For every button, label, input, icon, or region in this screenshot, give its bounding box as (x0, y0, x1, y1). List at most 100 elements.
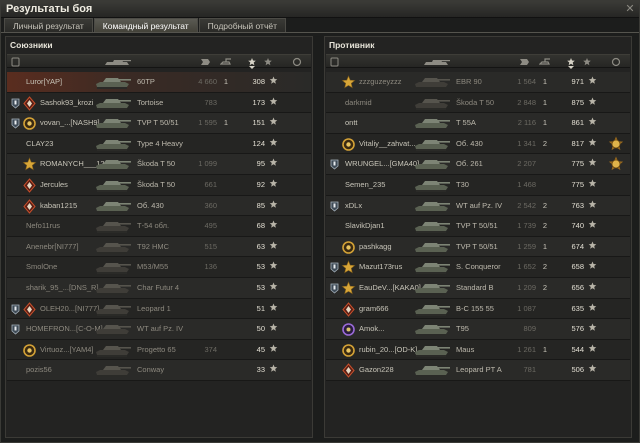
enemies-table-row[interactable]: rubin_20...[OD-K] Maus 1 261 1 544 (326, 339, 630, 361)
allies-title: Союзники (10, 40, 53, 50)
enemies-table-row[interactable]: darkmid Škoda T 50 2 848 1 875 (326, 92, 630, 114)
allies-rating-column-icon[interactable] (261, 56, 275, 68)
enemies-frags-column-icon[interactable] (538, 56, 552, 68)
vehicle-silhouette-icon (415, 283, 450, 295)
allies-table-row[interactable]: Jercules Škoda T 50 661 92 (7, 174, 311, 196)
allies-table-row[interactable]: Nefo11rus Т-54 обл. 495 68 (7, 216, 311, 237)
platoon-icon (11, 57, 19, 67)
xp-value: 971 (571, 77, 584, 86)
damage-value: 1 652 (517, 262, 536, 272)
damage-value: 4 660 (198, 77, 217, 86)
tab-bar: Личный результат Командный результат Под… (4, 18, 287, 32)
enemies-column-header (326, 54, 630, 69)
allies-table-row[interactable]: ROMANYCH___12 Škoda T 50 1 099 95 (7, 154, 311, 175)
achievement-medal-icon[interactable] (608, 156, 624, 172)
enemies-table-row[interactable]: EauDeV...[KAKA0] Standard B1 209 2 656 (326, 277, 630, 299)
enemies-table-row[interactable]: WRUNGEL...[GMA40] Об. 261 2 207 775 (326, 154, 630, 175)
allies-table-row[interactable]: Anenebr[NI777] T92 HMC 515 63 (7, 236, 311, 258)
enemies-table-row[interactable]: Vitaliy__zahvat... Об. 430 1 341 2 817 (326, 133, 630, 155)
enemies-table-row[interactable]: ontt T 55A 2 116 1 861 (326, 113, 630, 134)
allies-table-row[interactable]: CLAY23 Type 4 Heavy 124 (7, 133, 311, 155)
allies-platoon-column-icon[interactable] (9, 56, 21, 68)
allies-table-row[interactable]: kaban1215 Об. 430 360 85 (7, 195, 311, 217)
allies-achievements-column-icon[interactable] (289, 56, 305, 68)
vehicle-silhouette-icon (96, 242, 131, 254)
enemies-table-row[interactable]: Mazut173rus S. Conqueror 1 652 2 658 (326, 257, 630, 278)
damage-value: 2 542 (517, 200, 536, 210)
enemies-table-row[interactable]: xDLx WT auf Pz. IV 2 542 2 763 (326, 195, 630, 217)
vehicle-name: TVP T 50/51 (456, 221, 498, 231)
enemies-table-row[interactable]: zzzguzeyzzz EBR 90 1 564 1 971 (326, 72, 630, 93)
allies-table-row[interactable]: Sashok93_krozi Tortoise 783 173 (7, 92, 311, 114)
enemies-table-row[interactable]: Amok... T95 809 576 (326, 319, 630, 340)
allies-table-row[interactable]: OLEH20...[NI777] Leopard 1 51 (7, 298, 311, 320)
xp-star-icon (588, 261, 597, 270)
xp-value: 308 (252, 77, 265, 86)
frags-value: 1 (223, 118, 229, 128)
close-icon[interactable]: ✕ (624, 3, 636, 15)
xp-star-icon (269, 158, 278, 167)
xp-value: 33 (256, 365, 265, 375)
enemies-table-row[interactable]: Semen_235 T30 1 468 775 (326, 174, 630, 196)
xp-star-icon (269, 200, 278, 208)
allies-damage-column-icon[interactable] (194, 56, 216, 68)
xp-star-icon (588, 220, 597, 228)
xp-value: 124 (252, 138, 265, 148)
vehicle-silhouette-icon (415, 366, 450, 378)
allies-table-row[interactable]: SmolOne M53/M55 136 53 (7, 257, 311, 278)
damage-value: 1 261 (517, 344, 536, 354)
vehicle-name: Leopard 1 (137, 303, 171, 313)
enemies-title: Противник (329, 40, 375, 50)
xp-star-icon (588, 303, 597, 311)
sort-indicator-icon (249, 66, 255, 69)
mastery-purple-ring-icon (342, 323, 355, 336)
platoon-icon (11, 324, 20, 335)
xp-value: 576 (571, 324, 584, 334)
tab-personal-result[interactable]: Личный результат (4, 18, 93, 32)
allies-table-row[interactable]: sharik_95_...[DNS_R] Char Futur 4 53 (7, 277, 311, 299)
xp-value: 95 (256, 159, 265, 169)
xp-star-icon (588, 200, 597, 208)
platoon-icon (11, 304, 20, 315)
vehicle-name: Об. 430 (456, 138, 483, 148)
enemies-achievements-column-icon[interactable] (608, 56, 624, 68)
platoon-icon (330, 57, 338, 67)
xp-star-icon (588, 138, 597, 146)
frags-value: 1 (542, 241, 548, 251)
enemies-table-row[interactable]: pashkagg TVP T 50/51 1 259 1 674 (326, 236, 630, 258)
vehicle-silhouette-icon (415, 180, 450, 192)
allies-vehicle-column-icon[interactable] (99, 56, 135, 68)
enemies-rating-column-icon[interactable] (580, 56, 594, 68)
allies-frags-column-icon[interactable] (219, 56, 233, 68)
vehicle-silhouette-icon (415, 345, 450, 357)
allies-table-row[interactable]: Luror[YAP] 60TP 4 660 1 308 (7, 72, 311, 93)
vehicle-name: TVP T 50/51 (456, 241, 498, 251)
vehicle-name: Об. 261 (456, 159, 483, 169)
enemies-platoon-column-icon[interactable] (328, 56, 340, 68)
xp-value: 51 (256, 303, 265, 313)
vehicle-silhouette-icon (96, 345, 131, 357)
sort-indicator-icon (568, 66, 574, 69)
xp-star-icon (588, 323, 597, 331)
platoon-icon (330, 159, 339, 170)
achievement-medal-icon[interactable] (608, 136, 624, 152)
tab-detailed-report[interactable]: Подробный отчёт (198, 18, 286, 32)
allies-table-row[interactable]: HOMEFRON...[C-O-M] WT auf Pz. IV 50 (7, 319, 311, 340)
enemies-table-row[interactable]: SlavikDjan1 TVP T 50/51 1 739 2 740 (326, 216, 630, 237)
enemies-table-row[interactable]: gram666 B-C 155 55 1 087 635 (326, 298, 630, 320)
tab-team-result[interactable]: Командный результат (93, 18, 198, 32)
enemies-damage-column-icon[interactable] (513, 56, 535, 68)
allies-table-row[interactable]: pozis56 Conway 33 (7, 360, 311, 381)
enemies-list: zzzguzeyzzz EBR 90 1 564 1 971 darkmid Škoda T… (326, 72, 630, 381)
enemies-vehicle-column-icon[interactable] (418, 56, 454, 68)
vehicle-name: Leopard PT A (456, 365, 502, 375)
frags-value: 1 (542, 118, 548, 128)
damage-value: 1 595 (198, 118, 217, 128)
enemies-table-row[interactable]: Gazon228 Leopard PT A 781 506 (326, 360, 630, 381)
allies-table-row[interactable]: vovan_...[NASH9] TVP T 50/51 1 595 1 151 (7, 113, 311, 134)
damage-value: 783 (204, 97, 217, 107)
allies-table-row[interactable]: Virtuoz...[YAM4] Progetto 65 374 45 (7, 339, 311, 361)
xp-value: 740 (571, 221, 584, 231)
xp-star-icon (269, 117, 278, 125)
xp-value: 173 (252, 97, 265, 107)
